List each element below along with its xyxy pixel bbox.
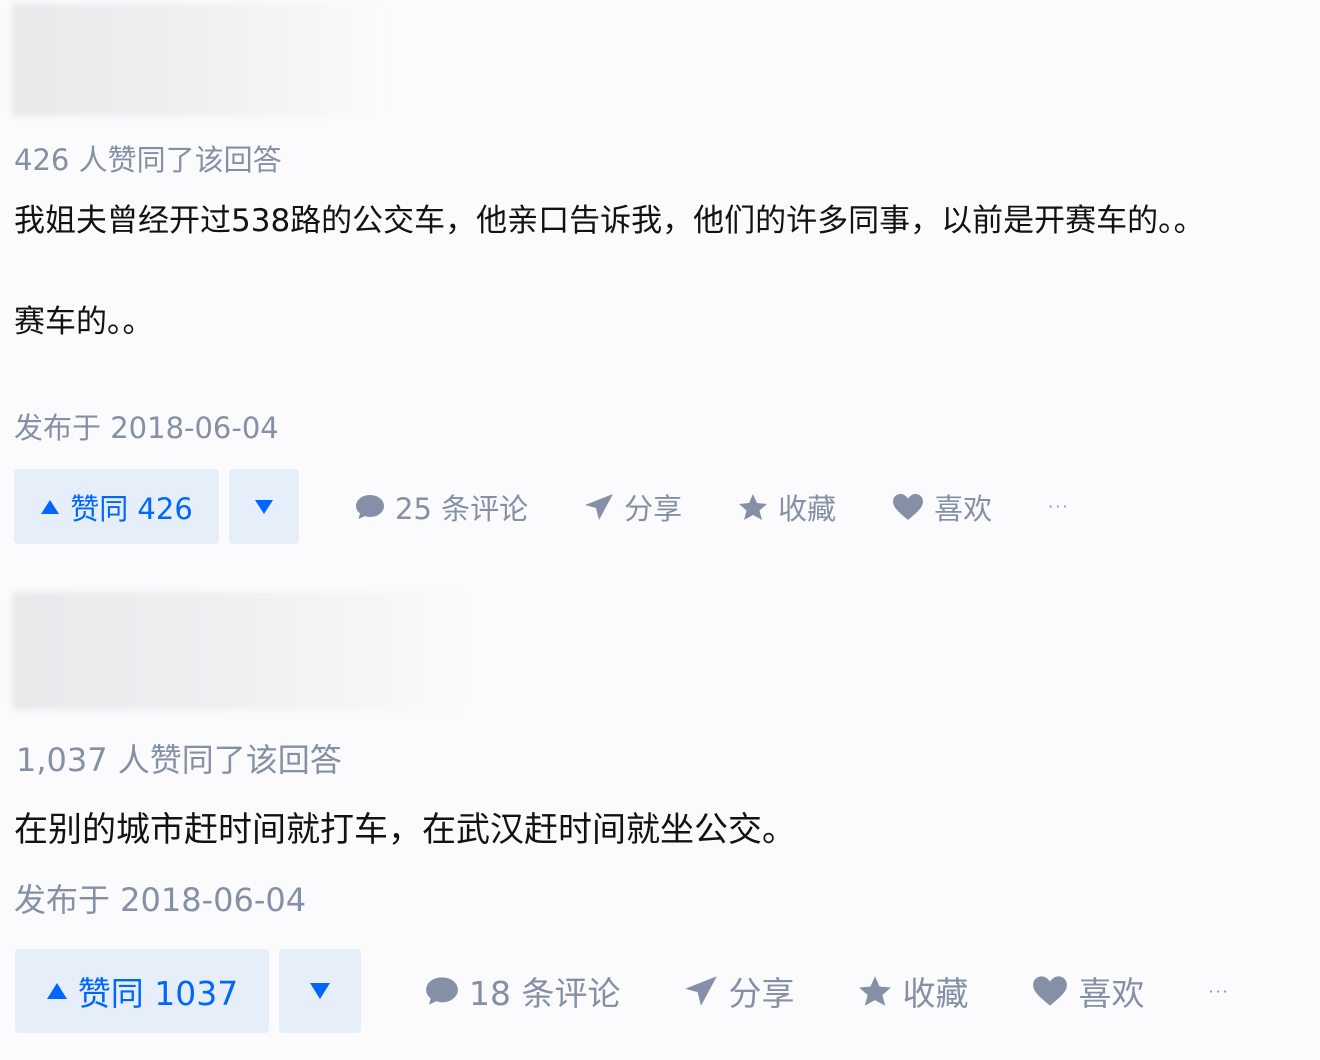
paper-plane-icon bbox=[685, 976, 718, 1006]
share-button[interactable]: 分享 bbox=[584, 486, 682, 528]
share-button[interactable]: 分享 bbox=[684, 967, 794, 1015]
triangle-down-icon bbox=[310, 983, 330, 999]
author-header-blurred bbox=[12, 4, 384, 116]
collect-label: 收藏 bbox=[902, 974, 969, 1013]
heart-icon bbox=[893, 493, 924, 520]
star-icon bbox=[859, 976, 892, 1006]
collect-label: 收藏 bbox=[778, 491, 837, 526]
ellipsis-icon: ··· bbox=[1208, 981, 1230, 1001]
publish-time: 发布于 2018-06-04 bbox=[14, 411, 279, 445]
comment-bubble-icon bbox=[356, 494, 384, 519]
downvote-button[interactable] bbox=[229, 469, 299, 544]
action-bar: 赞同 1037 18 条评论 分享 收藏 喜欢 ··· bbox=[15, 949, 1230, 1033]
paper-plane-icon bbox=[585, 493, 614, 520]
star-icon bbox=[739, 493, 768, 520]
more-button[interactable]: ··· bbox=[1048, 497, 1069, 516]
answer-paragraph: 赛车的。。 bbox=[14, 304, 154, 340]
upvote-button[interactable]: 赞同 1037 bbox=[15, 949, 269, 1033]
downvote-button[interactable] bbox=[279, 949, 361, 1033]
vote-count-text: 426 人赞同了该回答 bbox=[14, 143, 282, 177]
share-label: 分享 bbox=[624, 491, 683, 526]
like-button[interactable]: 喜欢 bbox=[1032, 967, 1144, 1015]
ellipsis-icon: ··· bbox=[1048, 497, 1070, 516]
upvote-label: 赞同 426 bbox=[70, 491, 193, 526]
triangle-up-icon bbox=[46, 983, 67, 999]
author-header-blurred bbox=[12, 592, 468, 710]
share-label: 分享 bbox=[728, 974, 795, 1013]
comments-label: 25 条评论 bbox=[395, 491, 529, 526]
collect-button[interactable]: 收藏 bbox=[858, 967, 968, 1015]
triangle-up-icon bbox=[41, 499, 60, 514]
comments-button[interactable]: 18 条评论 bbox=[425, 967, 620, 1015]
upvote-button[interactable]: 赞同 426 bbox=[14, 469, 219, 544]
upvote-label: 赞同 1037 bbox=[77, 974, 239, 1013]
answer-paragraph: 在别的城市赶时间就打车，在武汉赶时间就坐公交。 bbox=[14, 810, 796, 850]
comment-bubble-icon bbox=[426, 977, 458, 1005]
answer-paragraph: 我姐夫曾经开过538路的公交车，他亲口告诉我，他们的许多同事，以前是开赛车的。。 bbox=[14, 203, 1205, 239]
action-bar: 赞同 426 25 条评论 分享 收藏 喜欢 ··· bbox=[14, 469, 1069, 544]
like-button[interactable]: 喜欢 bbox=[892, 486, 992, 528]
triangle-down-icon bbox=[255, 499, 273, 514]
collect-button[interactable]: 收藏 bbox=[738, 486, 836, 528]
comments-label: 18 条评论 bbox=[469, 974, 621, 1013]
like-label: 喜欢 bbox=[1078, 974, 1145, 1013]
vote-count-text: 1,037 人赞同了该回答 bbox=[16, 741, 342, 779]
like-label: 喜欢 bbox=[934, 491, 993, 526]
heart-icon bbox=[1033, 976, 1068, 1006]
publish-time: 发布于 2018-06-04 bbox=[14, 881, 307, 919]
comments-button[interactable]: 25 条评论 bbox=[355, 486, 528, 528]
more-button[interactable]: ··· bbox=[1208, 982, 1229, 1001]
